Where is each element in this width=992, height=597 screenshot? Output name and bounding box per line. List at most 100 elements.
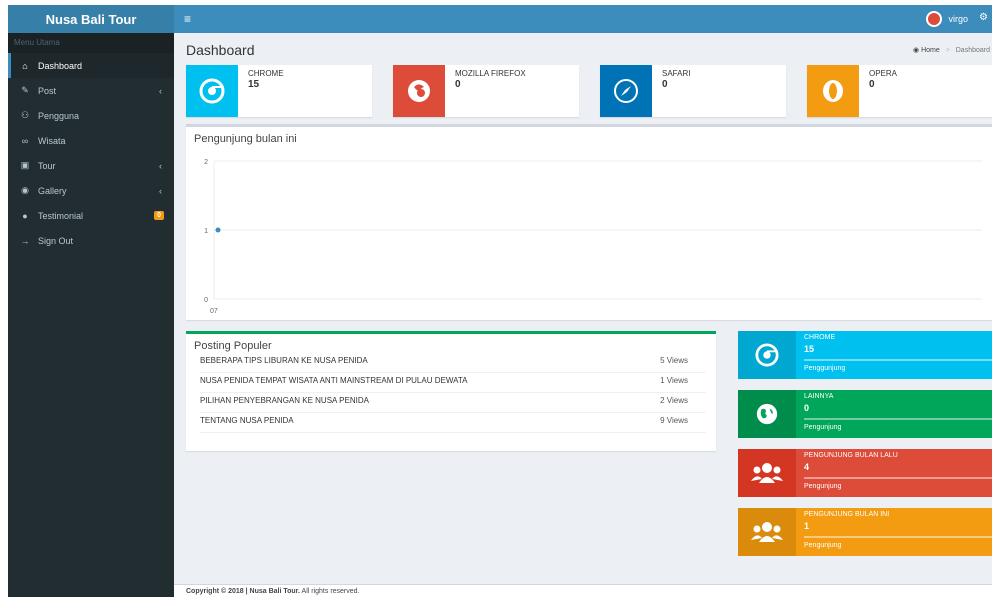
page-title: Dashboard: [186, 42, 255, 58]
breadcrumb-separator: >: [945, 47, 950, 54]
stat-description: Pengunjung: [804, 424, 842, 431]
firefox-icon: [393, 65, 445, 117]
sidebar-item-pengguna[interactable]: ⚇ Pengguna: [8, 103, 174, 128]
sidebar-item-label: Testimonial: [38, 210, 84, 221]
stat-divider: [804, 418, 992, 420]
stat-title: CHROME: [804, 334, 836, 341]
stat-box-lainnya: LAINNYA 0 Pengunjung: [738, 390, 992, 438]
top-navbar: ≡ virgo ⚙: [174, 5, 992, 33]
chrome-icon: [186, 65, 238, 117]
stat-count: 1: [804, 521, 810, 531]
chevron-left-icon: ‹: [159, 85, 162, 96]
table-row[interactable]: NUSA PENIDA TEMPAT WISATA ANTI MAINSTREA…: [200, 374, 706, 393]
sidebar-item-label: Pengguna: [38, 110, 80, 121]
footer-copyright: Copyright © 2018 |: [186, 588, 250, 595]
table-row[interactable]: PILIHAN PENYEBRANGAN KE NUSA PENIDA 2 Vi…: [200, 394, 706, 413]
hash-icon: ∞: [21, 135, 29, 146]
stat-box-this-month: PENGUNJUNG BULAN INI 1 Pengunjung: [738, 508, 992, 556]
y-tick-label: 2: [204, 159, 208, 166]
browser-count: 0: [662, 79, 668, 90]
browser-name: MOZILLA FIREFOX: [455, 69, 526, 78]
camera-icon: ◉: [21, 185, 29, 195]
footer-brand[interactable]: Nusa Bali Tour.: [250, 588, 300, 595]
sidebar-item-wisata[interactable]: ∞ Wisata: [8, 128, 174, 153]
app-logo[interactable]: Nusa Bali Tour: [8, 5, 174, 33]
stat-title: PENGUNJUNG BULAN LALU: [804, 452, 898, 459]
post-views: 9 Views: [660, 416, 688, 425]
chrome-icon: [738, 331, 796, 379]
y-tick-label: 1: [204, 228, 208, 235]
safari-icon: [600, 65, 652, 117]
breadcrumb: ◉ Home > Dashboard: [913, 46, 990, 54]
post-views: 1 Views: [660, 376, 688, 385]
users-icon: ⚇: [20, 110, 30, 120]
y-tick-label: 0: [204, 297, 208, 304]
stat-box-last-month: PENGUNJUNG BULAN LALU 4 Pengunjung: [738, 449, 992, 497]
browser-count: 0: [869, 79, 875, 90]
dashboard-icon: ◉: [913, 47, 920, 54]
table-row[interactable]: BEBERAPA TIPS LIBURAN KE NUSA PENIDA 5 V…: [200, 354, 706, 373]
stat-box-chrome: CHROME 15 Penggunjung: [738, 331, 992, 379]
pencil-icon: ✎: [21, 85, 29, 95]
browser-box-chrome: CHROME 15: [186, 65, 372, 117]
browser-name: SAFARI: [662, 69, 691, 78]
home-icon: ⌂: [22, 60, 28, 71]
stat-count: 0: [804, 403, 810, 413]
stat-count: 15: [804, 344, 815, 354]
popular-posts-panel: Posting Populer BEBERAPA TIPS LIBURAN KE…: [186, 331, 716, 451]
main-content: Dashboard ◉ Home > Dashboard CHROME 15 M…: [174, 33, 992, 597]
sidebar-item-gallery[interactable]: ◉ Gallery ‹: [8, 178, 174, 203]
stat-divider: [804, 477, 992, 479]
chevron-left-icon: ‹: [159, 160, 162, 171]
visitors-chart-panel: Pengunjung bulan ini 0 1 2 07: [186, 124, 992, 320]
sidebar-item-label: Sign Out: [38, 235, 74, 246]
post-title[interactable]: PILIHAN PENYEBRANGAN KE NUSA PENIDA: [200, 396, 369, 405]
avatar: [926, 11, 943, 27]
table-row[interactable]: TENTANG NUSA PENIDA 9 Views: [200, 414, 706, 433]
users-icon: [738, 449, 796, 497]
opera-icon: [807, 65, 859, 117]
footer-rights: All rights reserved.: [299, 588, 360, 595]
sidebar: Nusa Bali Tour Menu Utama ⌂ Dashboard ✎ …: [8, 5, 174, 597]
stat-divider: [804, 359, 992, 361]
user-menu[interactable]: virgo: [926, 11, 968, 27]
post-title[interactable]: BEBERAPA TIPS LIBURAN KE NUSA PENIDA: [200, 356, 368, 365]
browser-box-opera: OPERA 0: [807, 65, 992, 117]
stat-divider: [804, 536, 992, 538]
stat-description: Pengunjung: [804, 483, 842, 490]
stat-description: Pengunjung: [804, 542, 842, 549]
sidebar-item-label: Dashboard: [38, 60, 83, 71]
breadcrumb-home[interactable]: Home: [921, 47, 940, 54]
data-point[interactable]: [215, 227, 221, 233]
comment-icon: ●: [22, 210, 28, 221]
sidebar-item-label: Post: [38, 85, 57, 96]
post-title[interactable]: NUSA PENIDA TEMPAT WISATA ANTI MAINSTREA…: [200, 376, 467, 385]
stat-description: Penggunjung: [804, 365, 846, 372]
sidebar-item-label: Gallery: [38, 185, 67, 196]
sidebar-item-post[interactable]: ✎ Post ‹: [8, 78, 174, 103]
post-views: 5 Views: [660, 356, 688, 365]
visitors-line-chart: 0 1 2 07: [204, 159, 982, 315]
sidebar-item-label: Tour: [38, 160, 56, 171]
sidebar-item-label: Wisata: [38, 135, 66, 146]
sidebar-header: Menu Utama: [8, 33, 174, 53]
hamburger-icon[interactable]: ≡: [184, 12, 191, 26]
testimonial-count-badge: 0: [154, 211, 164, 220]
sidebar-item-sign-out[interactable]: → Sign Out: [8, 228, 174, 253]
browser-name: OPERA: [869, 69, 898, 78]
sidebar-item-testimonial[interactable]: ● Testimonial 0: [8, 203, 174, 228]
browser-count: 0: [455, 79, 461, 90]
browser-count: 15: [248, 79, 260, 90]
gear-icon[interactable]: ⚙: [979, 12, 988, 23]
sign-out-icon: →: [20, 235, 30, 246]
stat-title: LAINNYA: [804, 393, 834, 400]
post-views: 2 Views: [660, 396, 688, 405]
sidebar-item-tour[interactable]: ▣ Tour ‹: [8, 153, 174, 178]
bus-icon: ▣: [20, 160, 30, 170]
footer: Copyright © 2018 | Nusa Bali Tour. All r…: [174, 584, 992, 597]
browser-name: CHROME: [248, 69, 284, 78]
stat-count: 4: [804, 462, 810, 472]
post-title[interactable]: TENTANG NUSA PENIDA: [200, 416, 294, 425]
globe-icon: [738, 390, 796, 438]
sidebar-item-dashboard[interactable]: ⌂ Dashboard: [8, 53, 174, 78]
